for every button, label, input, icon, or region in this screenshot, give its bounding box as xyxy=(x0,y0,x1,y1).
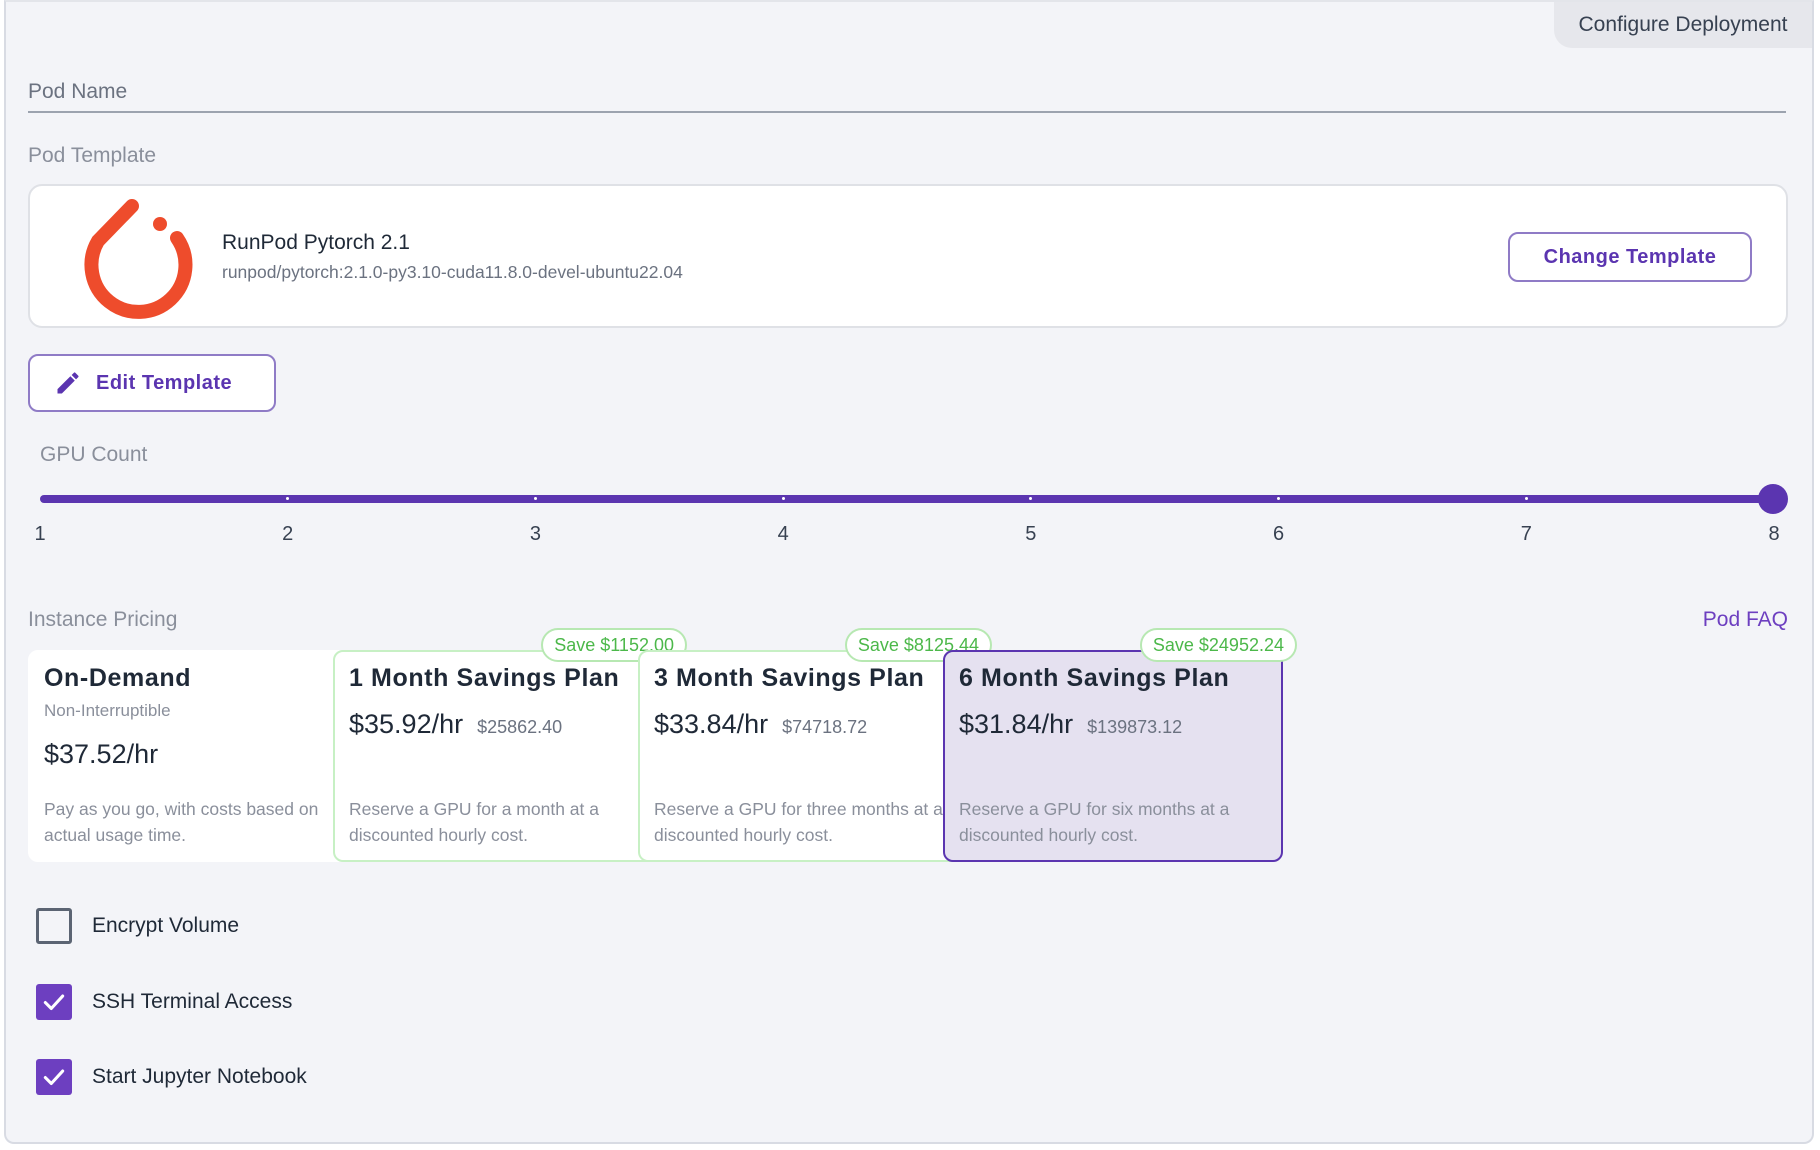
instance-pricing-label: Instance Pricing xyxy=(28,608,178,631)
option-label: SSH Terminal Access xyxy=(92,990,293,1013)
gpu-count-slider[interactable] xyxy=(40,495,1774,503)
configure-deployment-tab[interactable]: Configure Deployment xyxy=(1554,2,1812,48)
plan-title: On-Demand xyxy=(44,664,192,692)
option-row[interactable]: Encrypt Volume xyxy=(36,908,239,944)
gpu-count-slider-thumb[interactable] xyxy=(1758,484,1788,514)
option-row[interactable]: Start Jupyter Notebook xyxy=(36,1059,307,1095)
plan-total-cost: $139873.12 xyxy=(1087,717,1183,737)
plan-description: Reserve a GPU for three months at a disc… xyxy=(654,799,943,845)
pod-template-label: Pod Template xyxy=(28,144,157,167)
edit-template-button[interactable]: Edit Template xyxy=(28,354,276,412)
pricing-plan-card[interactable]: 1 Month Savings Plan $35.92/hr $25862.40 Re… xyxy=(333,628,687,862)
gpu-count-tick: 8 xyxy=(1768,523,1780,545)
deployment-panel: Configure Deployment xyxy=(4,0,1814,1144)
plan-hourly-rate: $37.52/hr xyxy=(44,739,159,769)
plan-description: Reserve a GPU for a month at a discounte… xyxy=(349,799,599,845)
gpu-count-tick: 1 xyxy=(34,523,46,545)
gpu-count-step-mark xyxy=(533,497,537,500)
template-card: RunPod Pytorch 2.1 runpod/pytorch:2.1.0-… xyxy=(28,184,1788,328)
gpu-count-label: GPU Count xyxy=(40,443,148,466)
gpu-count-step-mark xyxy=(1524,497,1528,500)
plan-hourly-rate: $33.84/hr xyxy=(654,709,769,739)
gpu-count-tick: 6 xyxy=(1273,523,1285,545)
checkmark-icon xyxy=(43,1069,65,1086)
plan-title: 3 Month Savings Plan xyxy=(654,664,925,692)
plan-description: Reserve a GPU for six months at a discou… xyxy=(959,799,1230,845)
gpu-count-tick: 7 xyxy=(1520,523,1532,545)
template-image: runpod/pytorch:2.1.0-py3.10-cuda11.8.0-d… xyxy=(222,262,683,282)
pod-name-label: Pod Name xyxy=(28,80,128,103)
checkbox-checked[interactable] xyxy=(36,984,72,1020)
checkbox-checked[interactable] xyxy=(36,1059,72,1095)
gpu-count-tick: 2 xyxy=(282,523,294,545)
option-row[interactable]: SSH Terminal Access xyxy=(36,984,292,1020)
plan-price-row: $31.84/hr $139873.12 xyxy=(959,709,1267,740)
checkbox-unchecked[interactable] xyxy=(36,908,72,944)
plan-price-row: $37.52/hr xyxy=(44,739,352,770)
template-name: RunPod Pytorch 2.1 xyxy=(222,231,410,254)
savings-badge: Save $24952.24 xyxy=(1139,628,1297,662)
pricing-plan-card[interactable]: 3 Month Savings Plan $33.84/hr $74718.72 Re… xyxy=(638,628,992,862)
pod-faq-link[interactable]: Pod FAQ xyxy=(1703,608,1788,632)
gpu-count-tick: 3 xyxy=(529,523,541,545)
plan-title: 6 Month Savings Plan xyxy=(959,664,1230,692)
change-template-button[interactable]: Change Template xyxy=(1508,232,1752,282)
plan-title: 1 Month Savings Plan xyxy=(349,664,620,692)
pod-name-input[interactable] xyxy=(28,111,1786,113)
plan-total-cost: $25862.40 xyxy=(477,717,563,737)
edit-template-label: Edit Template xyxy=(96,371,233,394)
plan-price-row: $33.84/hr $74718.72 xyxy=(654,709,962,740)
gpu-count-tick: 4 xyxy=(777,523,789,545)
gpu-count-step-mark xyxy=(781,497,785,500)
plan-hourly-rate: $35.92/hr xyxy=(349,709,464,739)
plan-subtitle: Non-Interruptible xyxy=(44,701,171,720)
pencil-icon xyxy=(57,372,79,394)
gpu-count-tick: 5 xyxy=(1025,523,1037,545)
plan-price-row: $35.92/hr $25862.40 xyxy=(349,709,657,740)
checkmark-icon xyxy=(43,994,65,1011)
plan-total-cost: $74718.72 xyxy=(782,717,868,737)
plan-description: Pay as you go, with costs based on actua… xyxy=(44,799,319,845)
pytorch-logo-icon xyxy=(84,199,193,319)
option-label: Encrypt Volume xyxy=(92,914,240,937)
pricing-plan-card[interactable]: 6 Month Savings Plan $31.84/hr $139873.12 R… xyxy=(943,628,1297,862)
plan-hourly-rate: $31.84/hr xyxy=(959,709,1074,739)
option-label: Start Jupyter Notebook xyxy=(92,1065,307,1088)
pricing-plan-card[interactable]: On-Demand Non-Interruptible $37.52/hr Pay a… xyxy=(28,650,368,862)
